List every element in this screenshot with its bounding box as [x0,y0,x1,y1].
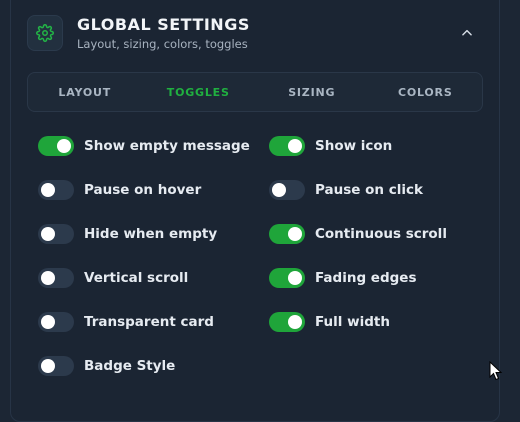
toggle-knob [41,271,55,285]
toggle-label: Show icon [315,138,393,154]
toggle-knob [272,183,286,197]
toggle-switch-vertical-scroll[interactable] [38,268,74,288]
toggle-label: Hide when empty [84,226,218,242]
gear-icon [27,15,63,51]
toggle-switch-hide-when-empty[interactable] [38,224,74,244]
toggle-switch-continuous-scroll[interactable] [269,224,305,244]
toggle-row-show-empty-message: Show empty message [38,135,250,157]
toggle-switch-fading-edges[interactable] [269,268,305,288]
toggle-label: Show empty message [84,138,250,154]
toggle-switch-full-width[interactable] [269,312,305,332]
tab-layout[interactable]: LAYOUT [28,73,142,111]
toggle-knob [41,315,55,329]
toggle-row-fading-edges: Fading edges [269,267,416,289]
toggle-label: Continuous scroll [315,226,447,242]
toggle-row-full-width: Full width [269,311,390,333]
toggle-row-show-icon: Show icon [269,135,392,157]
toggle-switch-show-icon[interactable] [269,136,305,156]
toggle-knob [41,359,55,373]
toggle-knob [288,227,302,241]
panel-title: GLOBAL SETTINGS [77,15,250,34]
tab-colors[interactable]: COLORS [369,73,483,111]
toggle-label: Pause on hover [84,182,202,198]
tab-sizing[interactable]: SIZING [255,73,369,111]
toggle-switch-pause-on-hover[interactable] [38,180,74,200]
toggle-switch-show-empty-message[interactable] [38,136,74,156]
toggle-row-vertical-scroll: Vertical scroll [38,267,188,289]
toggle-label: Transparent card [84,314,214,330]
toggle-row-continuous-scroll: Continuous scroll [269,223,447,245]
toggle-switch-pause-on-click[interactable] [269,180,305,200]
toggle-knob [288,315,302,329]
tab-toggles[interactable]: TOGGLES [142,73,256,111]
panel-subtitle: Layout, sizing, colors, toggles [77,37,248,51]
toggle-switch-badge-style[interactable] [38,356,74,376]
toggle-knob [288,139,302,153]
toggle-label: Vertical scroll [84,270,189,286]
panel-header[interactable]: GLOBAL SETTINGS Layout, sizing, colors, … [27,13,483,53]
toggle-label: Full width [315,314,390,330]
toggle-row-badge-style: Badge Style [38,355,175,377]
toggle-row-pause-on-click: Pause on click [269,179,423,201]
toggle-label: Badge Style [84,358,176,374]
toggle-knob [41,183,55,197]
toggle-row-transparent-card: Transparent card [38,311,214,333]
toggle-knob [41,227,55,241]
toggle-label: Pause on click [315,182,423,198]
toggle-row-hide-when-empty: Hide when empty [38,223,217,245]
toggle-label: Fading edges [315,270,417,286]
mouse-cursor-icon [489,361,503,381]
toggle-row-pause-on-hover: Pause on hover [38,179,201,201]
toggle-switch-transparent-card[interactable] [38,312,74,332]
settings-tabs: LAYOUT TOGGLES SIZING COLORS [27,72,483,112]
toggle-knob [288,271,302,285]
toggle-knob [57,139,71,153]
chevron-up-icon[interactable] [457,23,477,43]
